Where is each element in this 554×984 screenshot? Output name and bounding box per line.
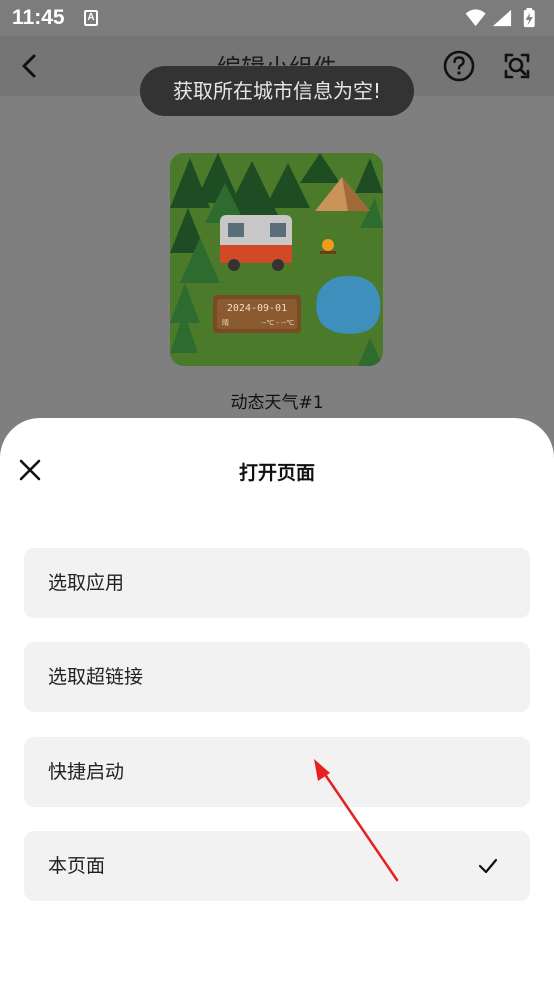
sheet-title: 打开页面 [238, 462, 315, 484]
notification-icon: A [84, 10, 98, 26]
option-this-page[interactable]: 本页面 [24, 831, 530, 901]
widget-temperature: --℃ - --℃ [261, 319, 294, 327]
search-icon[interactable] [500, 49, 534, 83]
widget-preview[interactable]: 2024-09-01 晴 --℃ - --℃ [170, 153, 383, 366]
help-icon[interactable] [442, 49, 476, 83]
option-label: 选取超链接 [48, 666, 144, 688]
status-time: 11:45 [12, 6, 65, 29]
option-label: 快捷启动 [48, 761, 125, 783]
status-bar: 11:45 A [0, 0, 554, 36]
option-select-hyperlink[interactable]: 选取超链接 [24, 642, 530, 712]
check-icon [478, 858, 498, 874]
widget-date: 2024-09-01 [227, 303, 287, 314]
widget-name: 动态天气#1 [230, 393, 324, 413]
option-select-app[interactable]: 选取应用 [24, 548, 530, 618]
option-quick-launch[interactable]: 快捷启动 [24, 737, 530, 807]
pixel-art-camp-image: 2024-09-01 晴 --℃ - --℃ [170, 153, 383, 366]
battery-charging-icon [523, 8, 535, 28]
option-label: 选取应用 [48, 572, 125, 594]
widget-weather: 晴 [222, 318, 229, 327]
toast-message: 获取所在城市信息为空! [140, 66, 414, 116]
bottom-sheet: 打开页面 选取应用 选取超链接 快捷启动 本页面 [0, 418, 554, 984]
status-icons [465, 8, 535, 28]
signal-icon [492, 9, 512, 27]
option-label: 本页面 [48, 855, 106, 877]
wifi-icon [465, 9, 486, 27]
